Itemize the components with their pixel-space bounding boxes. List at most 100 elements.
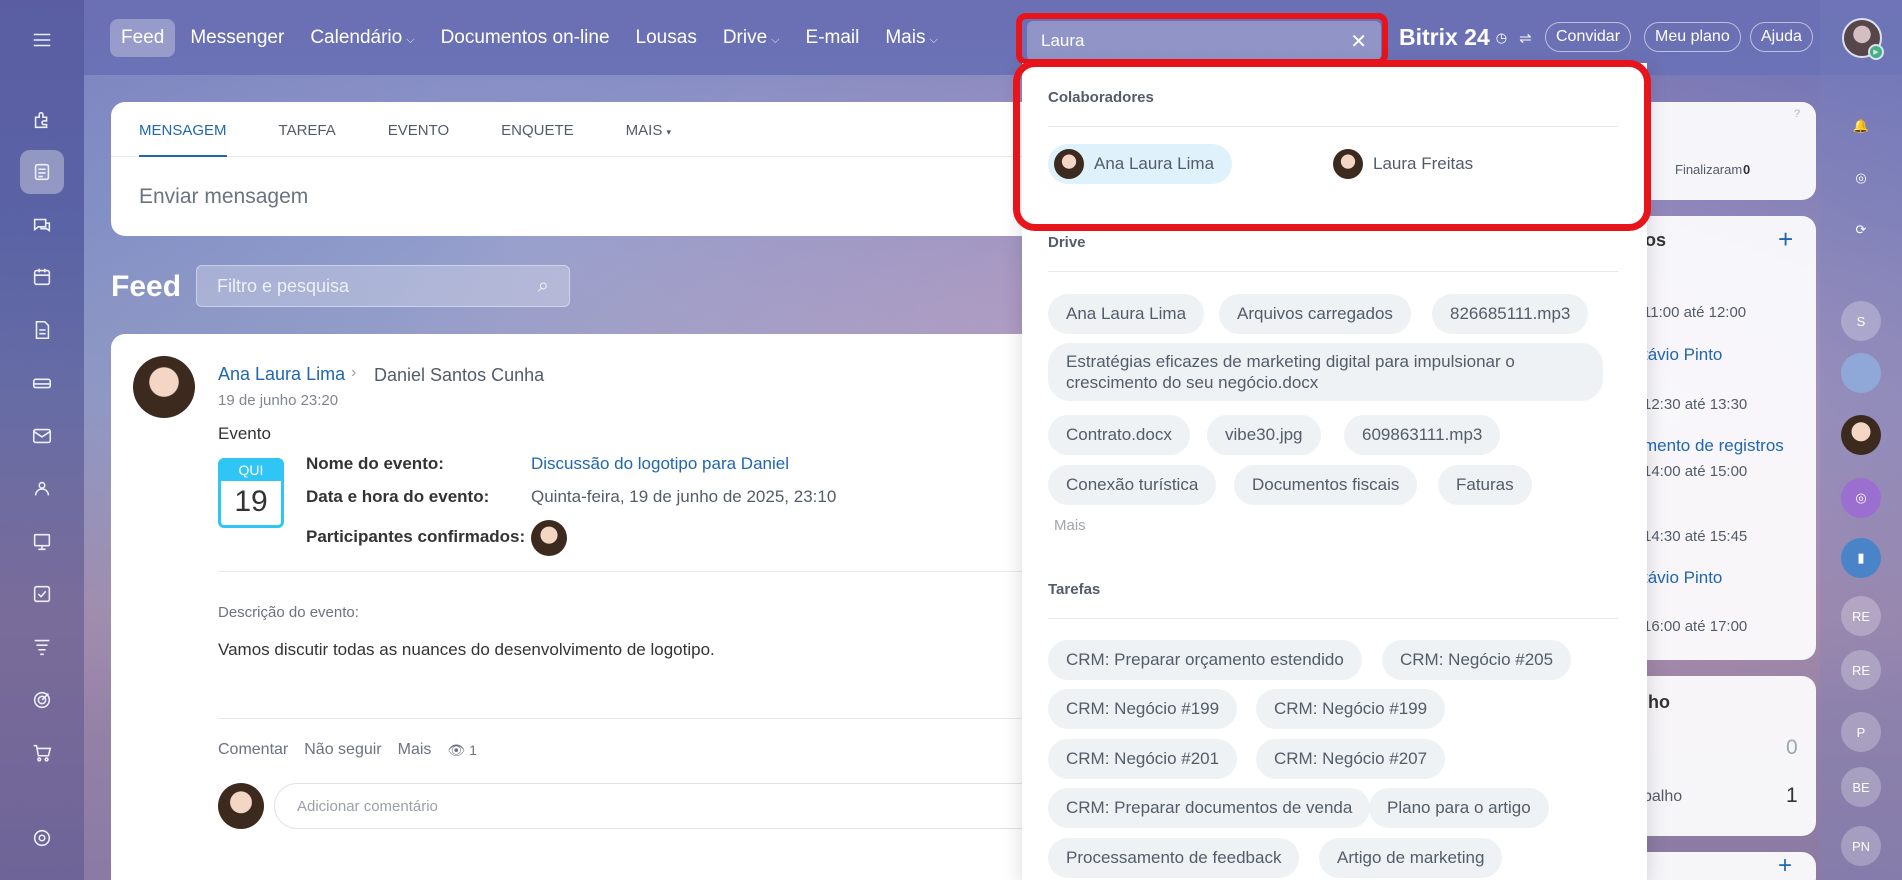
drive-item[interactable]: Arquivos carregados bbox=[1219, 294, 1411, 334]
task-item[interactable]: CRM: Negócio #201 bbox=[1048, 739, 1238, 779]
drive-item[interactable]: Documentos fiscais bbox=[1234, 465, 1418, 505]
task-item[interactable]: Plano para o artigo bbox=[1369, 788, 1549, 828]
contact-avatar[interactable]: BE bbox=[1841, 767, 1881, 807]
drive-item[interactable]: vibe30.jpg bbox=[1207, 415, 1321, 455]
task-item[interactable]: CRM: Preparar orçamento estendido bbox=[1048, 640, 1362, 680]
description-label: Descrição do evento: bbox=[218, 604, 359, 621]
help-icon[interactable]: ? bbox=[1794, 108, 1800, 120]
contact-avatar[interactable]: PN bbox=[1841, 826, 1881, 866]
nav-more[interactable]: Mais ⌵ bbox=[874, 19, 948, 57]
target-icon[interactable] bbox=[20, 678, 64, 722]
drive-item[interactable]: 609863111.mp3 bbox=[1344, 415, 1501, 455]
nav-feed[interactable]: Feed bbox=[110, 19, 176, 57]
contact-avatar[interactable]: S bbox=[1841, 301, 1881, 341]
event-slot: 12:30 até 13:30 bbox=[1643, 396, 1748, 413]
crm-icon[interactable] bbox=[20, 625, 64, 669]
tab-more[interactable]: MAIS ▾ bbox=[626, 122, 671, 156]
my-plan-button[interactable]: Meu plano bbox=[1644, 22, 1741, 52]
task-item[interactable]: CRM: Negócio #199 bbox=[1256, 689, 1446, 729]
search-icon[interactable]: ⌕ bbox=[538, 275, 549, 298]
bell-icon[interactable]: 🔔 bbox=[1841, 106, 1881, 146]
event-date-label: Data e hora do evento: bbox=[306, 487, 490, 506]
group-avatar[interactable] bbox=[1841, 353, 1881, 393]
nav-calendar[interactable]: Calendário ⌵ bbox=[299, 19, 425, 57]
calendar-icon[interactable] bbox=[20, 255, 64, 299]
add-icon[interactable]: + bbox=[1778, 852, 1792, 880]
menu-icon[interactable] bbox=[20, 18, 64, 62]
feed-icon[interactable] bbox=[20, 150, 64, 194]
task-item[interactable]: CRM: Negócio #199 bbox=[1048, 689, 1238, 729]
tab-task[interactable]: TAREFA bbox=[279, 122, 336, 156]
add-icon[interactable]: + bbox=[1778, 224, 1793, 255]
task-item[interactable]: CRM: Negócio #207 bbox=[1256, 739, 1446, 779]
puzzle-icon[interactable] bbox=[20, 98, 64, 142]
contact-avatar[interactable]: RE bbox=[1841, 596, 1881, 636]
event-date: Quinta-feira, 19 de junho de 2025, 23:10 bbox=[531, 487, 837, 506]
bookmark-icon[interactable]: ▮ bbox=[1841, 538, 1881, 578]
tab-event[interactable]: EVENTO bbox=[388, 122, 449, 156]
board-icon[interactable] bbox=[20, 520, 64, 564]
clock-icon[interactable]: ◷ bbox=[1496, 30, 1507, 46]
contact-avatar[interactable] bbox=[1841, 415, 1881, 455]
event-slot: 14:30 até 15:45 bbox=[1643, 528, 1748, 545]
divider bbox=[1048, 271, 1618, 272]
views-counter[interactable]: 👁 1 bbox=[447, 742, 476, 759]
tab-message[interactable]: MENSAGEM bbox=[139, 122, 227, 157]
nav-documents[interactable]: Documentos on-line bbox=[430, 19, 621, 57]
tasks-title: Tarefas bbox=[1048, 581, 1101, 598]
post-date[interactable]: 19 de junho 23:20 bbox=[218, 392, 338, 409]
avatar[interactable] bbox=[133, 356, 195, 418]
post-author[interactable]: Ana Laura Lima bbox=[218, 364, 345, 385]
help-button[interactable]: Ajuda bbox=[1750, 22, 1813, 52]
settings-icon[interactable] bbox=[20, 816, 64, 860]
drive-item[interactable]: Contrato.docx bbox=[1048, 415, 1190, 455]
message-input[interactable]: Enviar mensagem bbox=[111, 157, 1111, 237]
task-item[interactable]: CRM: Preparar documentos de venda bbox=[1048, 788, 1371, 828]
users-icon[interactable] bbox=[20, 467, 64, 511]
mail-icon[interactable] bbox=[20, 414, 64, 458]
drive-item[interactable]: Ana Laura Lima bbox=[1048, 294, 1205, 334]
nav-messenger[interactable]: Messenger bbox=[179, 19, 295, 57]
post-recipient[interactable]: Daniel Santos Cunha bbox=[374, 365, 544, 386]
event-name[interactable]: Discussão do logotipo para Daniel bbox=[531, 454, 789, 473]
chat-icon[interactable] bbox=[20, 203, 64, 247]
participant-avatar[interactable] bbox=[531, 520, 567, 556]
nav-drive[interactable]: Drive ⌵ bbox=[712, 19, 791, 57]
more-link[interactable]: Mais bbox=[398, 741, 432, 759]
drive-item[interactable]: 826685111.mp3 bbox=[1432, 294, 1589, 334]
drive-icon[interactable] bbox=[20, 361, 64, 405]
copilot-icon[interactable]: ◎ bbox=[1841, 158, 1881, 198]
task-item[interactable]: Processamento de feedback bbox=[1048, 838, 1300, 878]
drive-item[interactable]: Estratégias eficazes de marketing digita… bbox=[1048, 343, 1603, 401]
nav-calendar-label: Calendário bbox=[310, 27, 403, 48]
nav-email[interactable]: E-mail bbox=[795, 19, 871, 57]
cart-icon[interactable] bbox=[20, 731, 64, 775]
unfollow-link[interactable]: Não seguir bbox=[304, 741, 381, 759]
divider bbox=[218, 571, 1088, 572]
nav-boards[interactable]: Lousas bbox=[625, 19, 708, 57]
views-count: 1 bbox=[469, 741, 477, 758]
work-count: 1 bbox=[1786, 784, 1798, 807]
document-icon[interactable] bbox=[20, 308, 64, 352]
settings-toggle-icon[interactable]: ⇌ bbox=[1519, 29, 1532, 47]
drive-item[interactable]: Conexão turística bbox=[1048, 465, 1217, 505]
tasks-icon[interactable] bbox=[20, 572, 64, 616]
event-link[interactable]: mento de registros bbox=[1643, 436, 1784, 456]
comment-input[interactable]: Adicionar comentário bbox=[274, 783, 1104, 829]
comment-link[interactable]: Comentar bbox=[218, 741, 288, 759]
task-item[interactable]: Artigo de marketing bbox=[1319, 838, 1503, 878]
contact-avatar[interactable]: RE bbox=[1841, 650, 1881, 690]
sync-icon[interactable]: ⟳ bbox=[1841, 210, 1881, 250]
drive-item[interactable]: Faturas bbox=[1438, 465, 1532, 505]
event-link[interactable]: távio Pinto bbox=[1643, 345, 1722, 365]
invite-button[interactable]: Convidar bbox=[1545, 22, 1632, 52]
contact-avatar[interactable]: P bbox=[1841, 712, 1881, 752]
event-link[interactable]: távio Pinto bbox=[1643, 568, 1722, 588]
calendar-day: 19 bbox=[234, 485, 268, 518]
more-link[interactable]: Mais bbox=[1054, 517, 1086, 534]
filter-search-input[interactable]: Filtro e pesquisa ⌕ bbox=[196, 265, 570, 307]
copilot-chat-icon[interactable]: ◎ bbox=[1841, 478, 1881, 518]
chevron-down-icon: ⌵ bbox=[771, 34, 780, 46]
task-item[interactable]: CRM: Negócio #205 bbox=[1382, 640, 1572, 680]
tab-poll[interactable]: ENQUETE bbox=[501, 122, 574, 156]
